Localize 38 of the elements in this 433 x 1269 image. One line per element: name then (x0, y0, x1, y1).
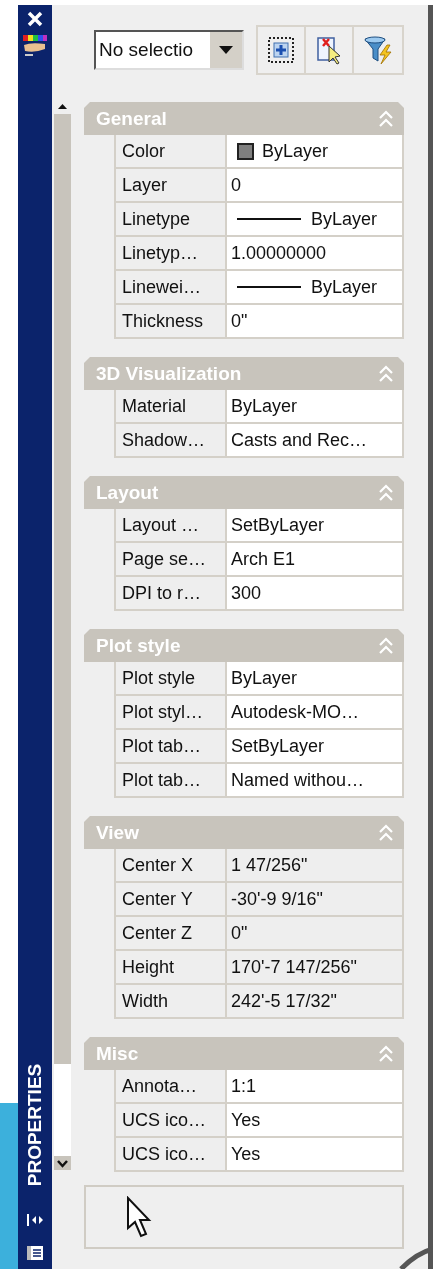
property-value[interactable]: ByLayer (227, 662, 404, 694)
dropdown-arrow-icon (219, 46, 233, 54)
section-title: Plot style (96, 634, 181, 657)
property-value[interactable]: Arch E1 (227, 543, 404, 575)
property-value[interactable]: Autodesk-MO… (227, 696, 404, 728)
property-value[interactable]: 1.00000000 (227, 237, 404, 269)
section-title: Misc (96, 1042, 139, 1065)
funnel-lightning-icon (363, 35, 393, 65)
property-value[interactable]: Yes (227, 1104, 404, 1136)
section-title: General (96, 107, 167, 130)
line-sample-icon (237, 218, 301, 220)
section-title: View (96, 821, 139, 844)
properties-menu-icon[interactable] (25, 1245, 44, 1261)
palette-properties-icon[interactable] (20, 33, 49, 59)
property-value[interactable]: Named withou… (227, 764, 404, 796)
property-value[interactable]: Yes (227, 1138, 404, 1170)
property-value[interactable]: 0" (227, 305, 404, 337)
palette-title: PROPERTIES (22, 1063, 46, 1187)
property-value[interactable]: 0 (227, 169, 404, 201)
auto-hide-icon[interactable] (25, 1213, 44, 1227)
line-sample-icon (237, 286, 301, 288)
property-value[interactable]: ByLayer (227, 271, 404, 303)
property-value[interactable]: ByLayer (227, 203, 404, 235)
property-value[interactable]: 1:1 (227, 1070, 404, 1102)
property-value[interactable]: Casts and Rec… (227, 424, 404, 456)
dotted-frame-plus-icon (266, 35, 296, 65)
section-title: 3D Visualization (96, 362, 242, 385)
property-value[interactable]: ByLayer (227, 390, 404, 422)
property-value[interactable]: SetByLayer (227, 730, 404, 762)
property-value[interactable]: ByLayer (227, 135, 404, 167)
selection-dropdown[interactable]: No selectio (94, 30, 244, 70)
close-icon[interactable] (26, 11, 43, 27)
property-value[interactable]: SetByLayer (227, 509, 404, 541)
scroll-down-icon[interactable] (54, 1156, 71, 1170)
cursor-arrow-icon (126, 1196, 152, 1238)
color-swatch-icon (237, 142, 254, 160)
property-value[interactable]: 300 (227, 577, 404, 609)
section-title: Layout (96, 481, 159, 504)
